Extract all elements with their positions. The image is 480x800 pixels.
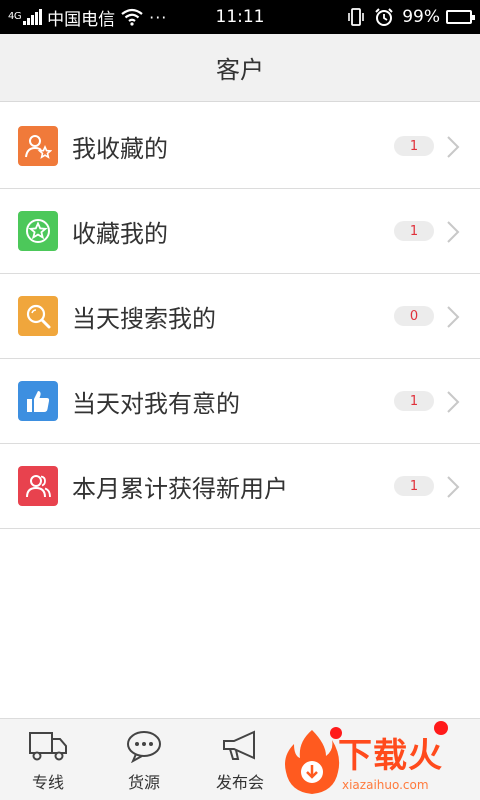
thumbs-up-icon bbox=[18, 381, 58, 421]
list-item-new-users-month[interactable]: 本月累计获得新用户 1 bbox=[0, 444, 480, 529]
count-badge: 1 bbox=[394, 476, 434, 496]
list-item-label: 当天搜索我的 bbox=[72, 304, 216, 333]
tab-label: 专线 bbox=[31, 773, 64, 792]
tab-label: 货源 bbox=[127, 773, 160, 792]
count-badge: 1 bbox=[394, 221, 434, 241]
list-item-label: 当天对我有意的 bbox=[72, 389, 240, 418]
tab-line[interactable]: 专线 bbox=[0, 719, 96, 800]
user-star-icon bbox=[18, 126, 58, 166]
alarm-icon bbox=[375, 8, 393, 26]
list-item-favorited-by-me[interactable]: 我收藏的 1 bbox=[0, 104, 480, 189]
count-badge: 0 bbox=[394, 306, 434, 326]
list-item-label: 收藏我的 bbox=[72, 219, 168, 248]
vibrate-icon bbox=[348, 8, 365, 26]
status-right: 99% bbox=[346, 0, 475, 34]
carrier-name: 中国电信 bbox=[47, 9, 116, 30]
battery-icon bbox=[446, 10, 475, 24]
page-title: 客户 bbox=[216, 56, 264, 84]
chevron-right-icon bbox=[447, 306, 460, 328]
more-notifications-icon: ··· bbox=[149, 7, 168, 27]
count-badge: 1 bbox=[394, 391, 434, 411]
signal-icon bbox=[23, 9, 43, 25]
chevron-right-icon bbox=[447, 391, 460, 413]
status-bar: 4G 中国电信 ··· 11:11 99% bbox=[0, 0, 480, 34]
wifi-icon bbox=[121, 8, 143, 26]
chevron-right-icon bbox=[447, 136, 460, 158]
search-icon bbox=[18, 296, 58, 336]
list-item-searched-me-today[interactable]: 当天搜索我的 0 bbox=[0, 274, 480, 359]
chat-bubble-icon bbox=[127, 731, 161, 763]
header: 客户 bbox=[0, 34, 480, 102]
watermark-url: xiazaihuo.com bbox=[342, 778, 429, 792]
status-left: 4G 中国电信 ··· bbox=[0, 0, 167, 34]
tab-label: 发布会 bbox=[215, 773, 264, 792]
chevron-right-icon bbox=[447, 476, 460, 498]
truck-icon bbox=[29, 732, 67, 761]
count-badge: 1 bbox=[394, 136, 434, 156]
megaphone-icon bbox=[223, 730, 255, 760]
star-circle-icon bbox=[18, 211, 58, 251]
list-item-label: 我收藏的 bbox=[72, 134, 168, 163]
list-item-label: 本月累计获得新用户 bbox=[72, 474, 288, 503]
chevron-right-icon bbox=[447, 221, 460, 243]
watermark-text: 下载火 bbox=[338, 736, 443, 776]
list-item-interested-today[interactable]: 当天对我有意的 1 bbox=[0, 359, 480, 444]
flame-logo-icon bbox=[285, 730, 340, 794]
network-type: 4G bbox=[8, 11, 22, 22]
watermark: 下载火 xiazaihuo.com bbox=[280, 724, 480, 800]
tab-goods[interactable]: 货源 bbox=[96, 719, 192, 800]
battery-percent: 99% bbox=[402, 7, 440, 27]
list-item-favorited-me[interactable]: 收藏我的 1 bbox=[0, 189, 480, 274]
customer-list: 我收藏的 1 收藏我的 1 当天搜索我的 0 当天对我有意的 1 本月累计获得新… bbox=[0, 104, 480, 529]
users-icon bbox=[18, 466, 58, 506]
tab-publish[interactable]: 发布会 bbox=[192, 719, 288, 800]
